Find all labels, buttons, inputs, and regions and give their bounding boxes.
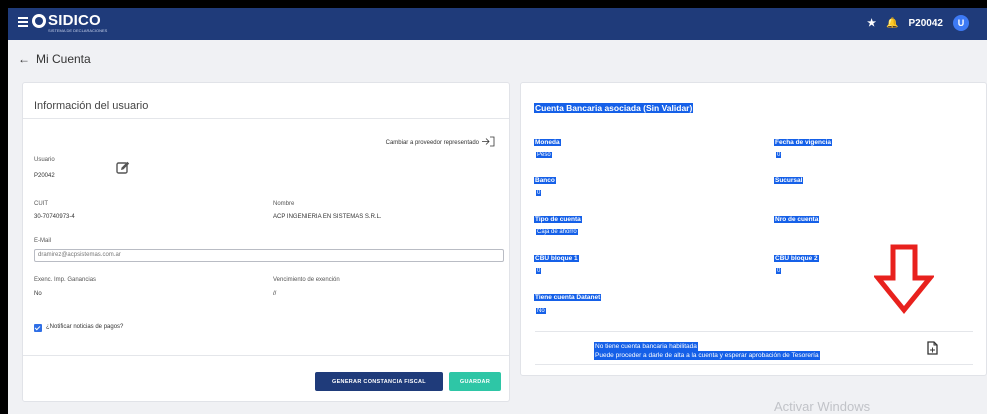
datanet-label: Tiene cuenta Datanet (534, 294, 602, 301)
brand-name[interactable]: SIDICO (48, 12, 101, 29)
arrow-down-icon (872, 244, 936, 314)
sucursal-label: Sucursal (774, 177, 804, 184)
tipo-cuenta-label: Tipo de cuenta (534, 216, 582, 223)
message-line-2: Puede proceder a darle de alta a la cuen… (594, 351, 820, 360)
app-window: SIDICO SISTEMA DE DECLARACIONES ★ 🔔 P200… (8, 8, 987, 414)
bell-icon[interactable]: 🔔 (886, 18, 898, 29)
edit-icon[interactable] (116, 161, 130, 175)
moneda-value: Peso (536, 152, 552, 158)
fecha-vigencia-value: 0 (776, 152, 782, 158)
banco-value: 0 (536, 190, 542, 196)
username[interactable]: P20042 (909, 18, 943, 29)
switch-provider-link[interactable]: Cambiar a proveedor representado (386, 136, 495, 149)
notify-checkbox[interactable] (34, 324, 42, 332)
email-field[interactable]: dramirez@acpsistemas.com.ar (34, 249, 504, 262)
switch-provider-label: Cambiar a proveedor representado (385, 139, 479, 146)
user-info-title: Información del usuario (34, 100, 149, 112)
breadcrumb[interactable]: ← Mi Cuenta (18, 52, 91, 66)
usuario-value: P20042 (34, 173, 55, 179)
arrow-left-icon[interactable]: ← (18, 52, 30, 66)
activation-watermark: Activar Windows (774, 399, 871, 414)
save-button[interactable]: GUARDAR (449, 372, 501, 391)
user-menu-area: ★ 🔔 P20042 U (867, 15, 969, 31)
star-icon[interactable]: ★ (867, 18, 876, 29)
cuit-value: 30-70740973-4 (34, 214, 75, 220)
bank-account-title: Cuenta Bancaria asociada (Sin Validar) (534, 103, 694, 113)
logo-icon (32, 14, 46, 28)
cbu-bloque2-label: CBU bloque 2 (774, 255, 819, 262)
exencion-label: Exenc. Imp. Ganancias (34, 277, 97, 283)
no-account-message: No tiene cuenta bancaria habilitada Pued… (594, 342, 820, 360)
message-line-1: No tiene cuenta bancaria habilitada (594, 342, 698, 351)
avatar[interactable]: U (953, 15, 969, 31)
fecha-vigencia-label: Fecha de vigencia (774, 139, 832, 146)
vencimiento-value: // (273, 291, 277, 297)
divider (23, 355, 509, 356)
moneda-label: Moneda (534, 139, 561, 146)
brand-subtitle: SISTEMA DE DECLARACIONES (48, 28, 108, 33)
cbu-bloque1-value: 0 (536, 268, 542, 274)
divider (23, 118, 509, 119)
page-title: Mi Cuenta (36, 52, 91, 66)
divider (535, 331, 973, 332)
notify-label: ¿Notificar noticias de pagos? (46, 324, 124, 330)
email-label: E-Mail (34, 238, 52, 244)
nombre-label: Nombre (273, 201, 295, 207)
tipo-cuenta-value: Caja de ahorro (536, 229, 578, 235)
exencion-value: No (34, 291, 42, 297)
new-file-icon[interactable] (927, 341, 938, 355)
vencimiento-label: Vencimiento de exención (273, 277, 340, 283)
bank-account-card: Cuenta Bancaria asociada (Sin Validar) M… (520, 82, 987, 376)
usuario-label: Usuario (34, 157, 55, 163)
divider (535, 364, 973, 365)
cuit-label: CUIT (34, 201, 48, 207)
switch-icon (481, 136, 495, 149)
nombre-value: ACP INGENIERIA EN SISTEMAS S.R.L. (273, 214, 382, 220)
banco-label: Banco (534, 177, 556, 184)
datanet-value: No (536, 308, 546, 314)
menu-icon[interactable] (18, 17, 28, 27)
cbu-bloque2-value: 0 (776, 268, 782, 274)
top-navbar: SIDICO SISTEMA DE DECLARACIONES ★ 🔔 P200… (8, 8, 987, 40)
nro-cuenta-label: Nro de cuenta (774, 216, 820, 223)
user-info-card: Información del usuario Cambiar a provee… (22, 82, 510, 402)
cbu-bloque1-label: CBU bloque 1 (534, 255, 579, 262)
generate-fiscal-certificate-button[interactable]: GENERAR CONSTANCIA FISCAL (315, 372, 443, 391)
